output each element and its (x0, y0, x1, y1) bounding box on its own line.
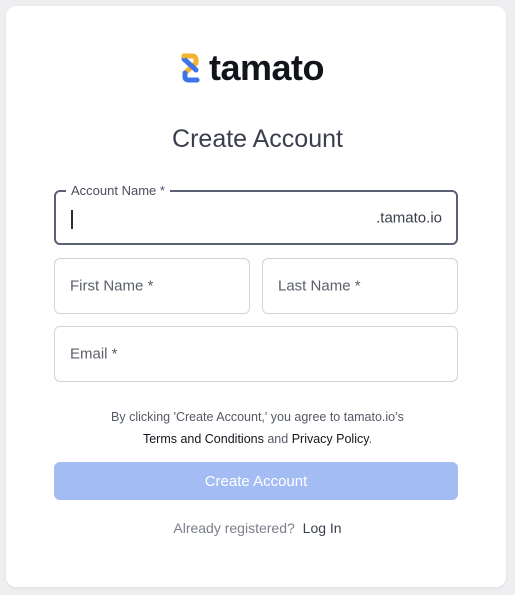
email-field[interactable]: Email * (54, 326, 458, 382)
agreement-period: . (368, 432, 373, 446)
agreement-and: and (267, 432, 289, 446)
account-name-label: Account Name * (66, 182, 170, 200)
last-name-label: Last Name * (278, 277, 361, 295)
privacy-link[interactable]: Privacy Policy (292, 432, 369, 446)
brand-logo: tamato (176, 47, 325, 88)
create-account-button[interactable]: Create Account (54, 462, 458, 500)
brand-name: tamato (209, 47, 325, 88)
terms-link[interactable]: Terms and Conditions (143, 432, 264, 446)
page-title: Create Account (172, 125, 343, 153)
login-link[interactable]: Log In (303, 520, 342, 536)
terms-agreement: By clicking 'Create Account,' you agree … (0, 406, 515, 450)
first-name-field[interactable]: First Name * (54, 258, 250, 314)
last-name-field[interactable]: Last Name * (262, 258, 458, 314)
text-cursor (71, 210, 73, 229)
agreement-text: By clicking 'Create Account,' you agree … (111, 410, 404, 424)
first-name-label: First Name * (70, 277, 154, 295)
login-prompt: Already registered? Log In (0, 520, 515, 536)
domain-suffix: .tamato.io (376, 209, 442, 226)
account-name-field[interactable]: Account Name * .tamato.io (54, 182, 458, 245)
email-label: Email * (70, 345, 118, 363)
tamato-logo-icon (181, 53, 200, 83)
already-registered-text: Already registered? (173, 520, 295, 536)
